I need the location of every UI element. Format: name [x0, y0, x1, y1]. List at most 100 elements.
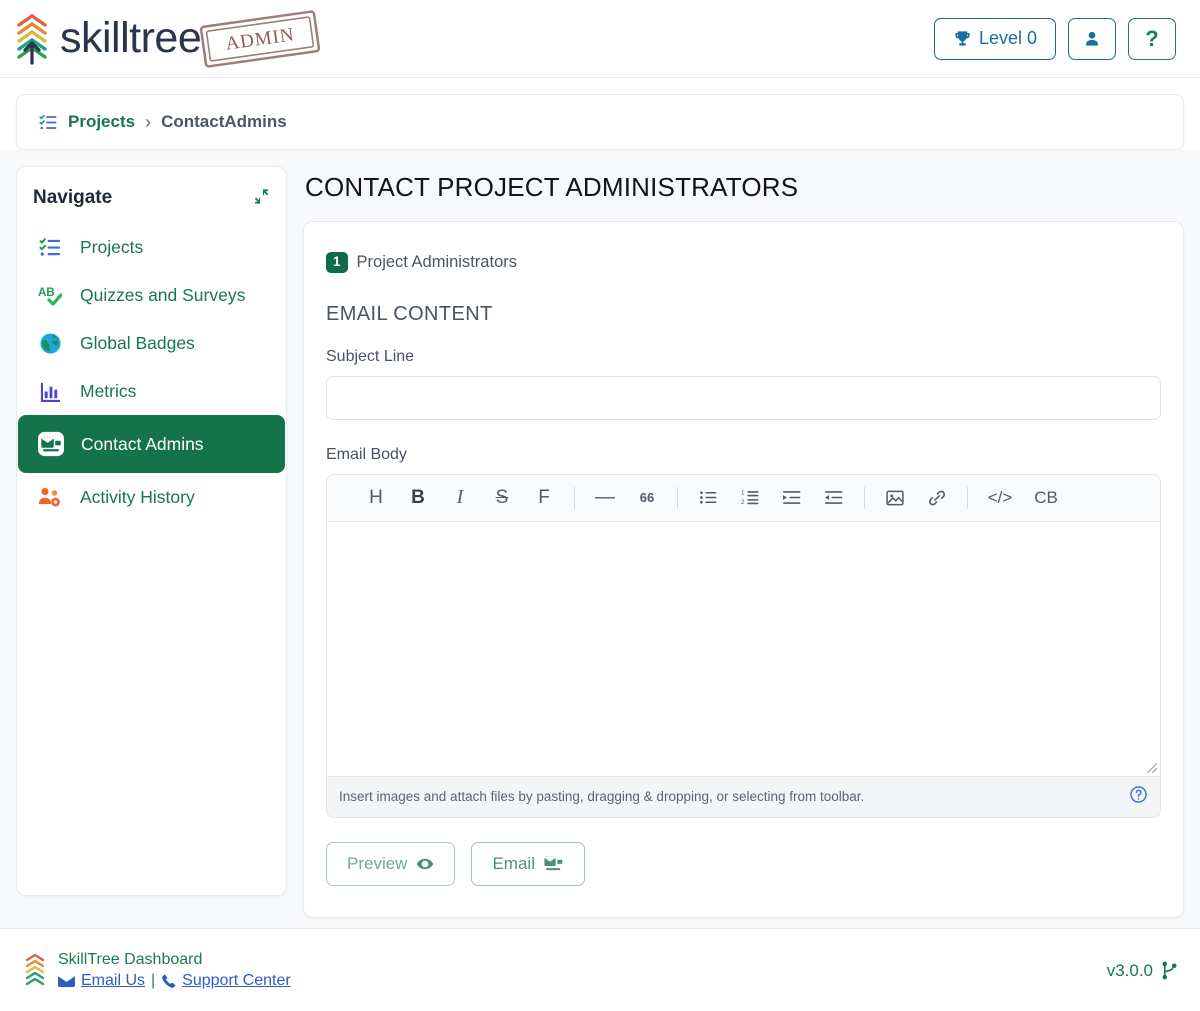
email-body-group: Email Body H B I S F — 66 1 2 </> CB Ins… [326, 446, 1161, 818]
sidebar-item-label: Global Badges [80, 332, 195, 353]
svg-text:AB: AB [38, 287, 55, 299]
sidebar-header: Navigate [17, 181, 286, 223]
sidebar-item-label: Contact Admins [81, 433, 204, 454]
editor-resize-handle[interactable] [1144, 760, 1158, 774]
user-menu-button[interactable] [1068, 17, 1116, 60]
sidebar-item-projects[interactable]: Projects [17, 223, 286, 271]
header-actions: Level 0 ? [933, 17, 1176, 60]
subject-line-label: Subject Line [326, 347, 415, 365]
admin-stamp: ADMIN [195, 7, 325, 71]
support-center-link[interactable]: Support Center [182, 972, 291, 990]
project-administrators-row: 1 Project Administrators [326, 252, 1161, 273]
list-check-icon [37, 234, 63, 260]
mail-bulk-icon [38, 431, 64, 457]
contact-admins-card: 1 Project Administrators EMAIL CONTENT S… [303, 221, 1184, 918]
font-icon[interactable]: F [523, 481, 565, 515]
question-circle-icon[interactable] [1129, 785, 1148, 808]
bold-icon[interactable]: B [397, 481, 439, 515]
breadcrumb-projects-link[interactable]: Projects [68, 112, 135, 132]
ab-check-icon: AB [37, 282, 63, 308]
code-block-icon[interactable]: CB [1023, 481, 1069, 515]
help-button[interactable]: ? [1128, 17, 1176, 60]
image-icon[interactable] [874, 481, 916, 515]
sidebar-item-metrics[interactable]: Metrics [17, 367, 286, 415]
sidebar-item-label: Activity History [80, 486, 195, 507]
email-button-label: Email [492, 853, 535, 873]
footer-version: v3.0.0 [1107, 961, 1178, 981]
editor-footer: Insert images and attach files by pastin… [327, 775, 1160, 817]
app-footer: SkillTree Dashboard Email Us | Support C… [0, 928, 1200, 1011]
toolbar-divider-4 [967, 486, 968, 509]
page-title: CONTACT PROJECT ADMINISTRATORS [305, 172, 799, 202]
strikethrough-icon[interactable]: S [481, 481, 523, 515]
trophy-icon [955, 31, 970, 46]
version-label: v3.0.0 [1106, 960, 1153, 980]
toolbar-divider-3 [864, 486, 865, 509]
email-us-link[interactable]: Email Us [81, 972, 145, 990]
indent-icon[interactable] [771, 481, 813, 515]
navigation-sidebar: Navigate Projects AB Quizzes and Surveys… [16, 166, 287, 896]
form-actions: Preview Email [326, 841, 1161, 886]
code-icon[interactable]: </> [977, 481, 1023, 515]
blockquote-icon[interactable]: 66 [626, 481, 668, 515]
footer-title: SkillTree Dashboard [58, 951, 203, 968]
sidebar-item-label: Quizzes and Surveys [80, 284, 246, 305]
app-header: skilltree ADMIN Level 0 ? [0, 0, 1200, 78]
toolbar-divider-2 [677, 486, 678, 509]
email-body-editor[interactable] [327, 521, 1160, 776]
page-body: Navigate Projects AB Quizzes and Surveys… [0, 150, 1200, 928]
envelope-icon [58, 975, 75, 987]
email-content-heading: EMAIL CONTENT [326, 302, 493, 325]
level-button-label: Level 0 [978, 28, 1037, 48]
sidebar-title: Navigate [33, 187, 113, 208]
globe-icon [37, 330, 63, 356]
heading-icon[interactable]: H [355, 481, 397, 515]
eye-icon [417, 858, 434, 870]
breadcrumb: Projects › ContactAdmins [16, 94, 1184, 150]
svg-text:1: 1 [741, 490, 745, 497]
sidebar-item-quizzes-and-surveys[interactable]: AB Quizzes and Surveys [17, 271, 286, 319]
footer-links: Email Us | Support Center [58, 972, 291, 990]
question-mark-icon: ? [1145, 25, 1159, 51]
skilltree-logo-icon [17, 13, 47, 65]
numbered-list-icon[interactable]: 1 2 [729, 481, 771, 515]
preview-button-label: Preview [347, 853, 408, 873]
editor-toolbar: H B I S F — 66 1 2 </> CB [327, 474, 1160, 522]
subject-field-group: Subject Line [326, 348, 1161, 420]
code-branch-icon [1162, 961, 1177, 980]
admin-count-label: Project Administrators [356, 252, 517, 271]
main-content: CONTACT PROJECT ADMINISTRATORS 1 Project… [303, 166, 1184, 918]
app-logo[interactable]: skilltree ADMIN [12, 7, 325, 71]
list-check-icon [39, 114, 57, 129]
footer-separator: | [151, 972, 156, 989]
bar-chart-icon [37, 378, 63, 404]
bullet-list-icon[interactable] [687, 481, 729, 515]
breadcrumb-current: ContactAdmins [161, 112, 287, 131]
email-body-label: Email Body [326, 445, 407, 463]
sidebar-item-label: Metrics [80, 380, 137, 401]
preview-button[interactable]: Preview [326, 841, 456, 886]
sidebar-item-global-badges[interactable]: Global Badges [17, 319, 286, 367]
logo-text: skilltree [60, 14, 202, 62]
mail-bulk-icon [544, 857, 563, 871]
level-button[interactable]: Level 0 [933, 17, 1056, 60]
email-button[interactable]: Email [471, 841, 585, 886]
subject-line-input[interactable] [326, 375, 1161, 420]
user-icon [1086, 31, 1098, 46]
sidebar-item-activity-history[interactable]: Activity History [17, 473, 286, 521]
sidebar-item-contact-admins[interactable]: Contact Admins [18, 415, 285, 473]
admin-count-badge: 1 [326, 252, 348, 273]
link-icon[interactable] [916, 481, 958, 515]
svg-text:2: 2 [741, 499, 745, 506]
outdent-icon[interactable] [813, 481, 855, 515]
footer-brand: SkillTree Dashboard Email Us | Support C… [24, 951, 291, 991]
users-cog-icon [37, 484, 63, 510]
italic-icon[interactable]: I [439, 481, 481, 515]
compress-arrows-icon[interactable] [253, 188, 270, 208]
sidebar-item-label: Projects [80, 236, 144, 257]
sidebar-nav-list: Projects AB Quizzes and Surveys Global B… [17, 223, 286, 521]
phone-icon [162, 974, 176, 988]
toolbar-divider-1 [574, 486, 575, 509]
skilltree-logo-icon [25, 953, 45, 985]
horizontal-rule-icon[interactable]: — [584, 481, 626, 515]
